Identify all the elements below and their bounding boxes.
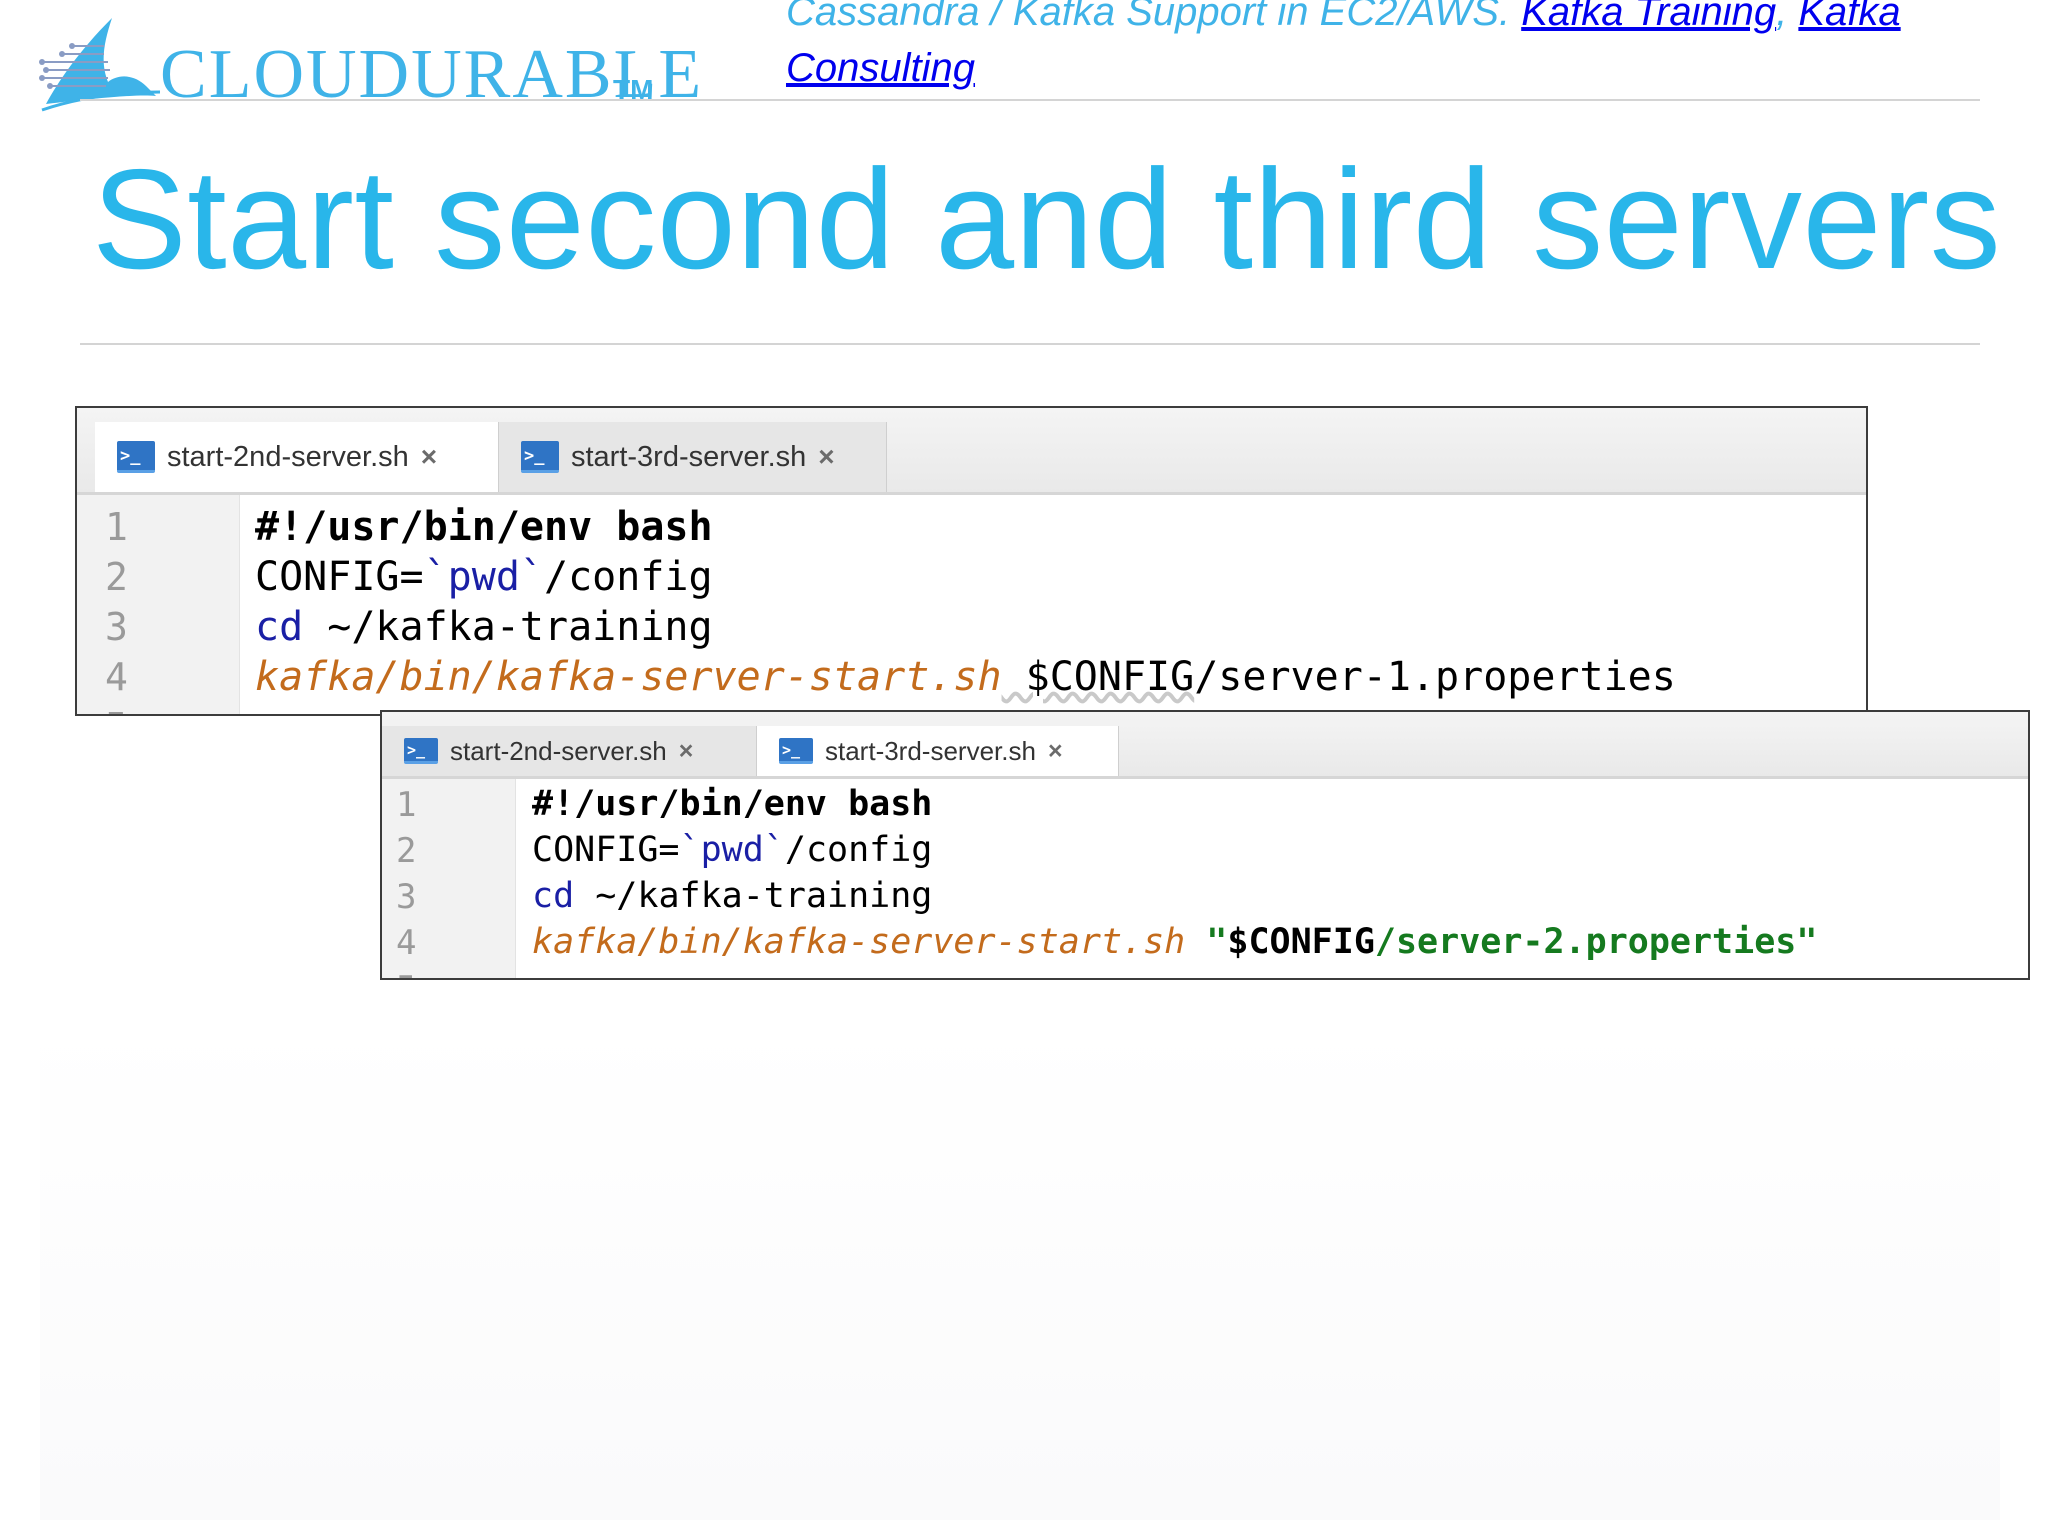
close-tab-icon[interactable]: × [679,737,694,766]
tab-label: start-2nd-server.sh [167,440,409,473]
line-number: 4 [105,655,128,699]
slide-title: Start second and third servers [92,140,2002,299]
code-line-4: kafka/bin/kafka-server-start.sh $CONFIG/… [255,654,1676,700]
shell-script-icon: >_ [779,738,813,764]
editor-window-start-2nd: >_ start-2nd-server.sh × >_ start-3rd-se… [75,406,1868,716]
code-line-2: CONFIG=`pwd`/config [532,830,933,870]
shell-script-icon: >_ [117,441,155,473]
editor-tabbar: >_ start-2nd-server.sh × >_ start-3rd-se… [382,712,2028,779]
tagline-separator: , [1776,0,1799,34]
logo-trademark: TM [613,74,654,105]
editor-tabbar: >_ start-2nd-server.sh × >_ start-3rd-se… [77,408,1866,495]
tagline-text: Cassandra / Kafka Support in EC2/AWS. [786,0,1522,34]
tab-label: start-2nd-server.sh [450,735,667,766]
kafka-consulting-link-part1[interactable]: Kafka [1798,0,1900,34]
header-tagline: Cassandra / Kafka Support in EC2/AWS. Ka… [786,0,1986,96]
kafka-consulting-link-part2[interactable]: Consulting [786,46,975,90]
kafka-training-link[interactable]: Kafka Training [1521,0,1776,34]
line-number-gutter: 1 2 3 4 5 [77,495,240,714]
tab-start-2nd-server[interactable]: >_ start-2nd-server.sh × [382,726,757,776]
header-divider [80,99,1980,101]
code-line-1: #!/usr/bin/env bash [532,784,933,824]
tab-label: start-3rd-server.sh [825,735,1036,766]
line-number: 3 [105,605,128,649]
code-line-3: cd ~/kafka-training [255,604,713,650]
slide-background [40,1020,2000,1520]
cloud-logo-icon [39,18,161,112]
line-number: 1 [396,785,417,825]
close-tab-icon[interactable]: × [1048,737,1063,766]
editor-window-start-3rd: >_ start-2nd-server.sh × >_ start-3rd-se… [380,710,2030,980]
code-line-4: kafka/bin/kafka-server-start.sh "$CONFIG… [532,922,1818,962]
line-number: 2 [396,831,417,871]
tab-start-3rd-server[interactable]: >_ start-3rd-server.sh × [757,726,1119,776]
line-number-gutter: 1 2 3 4 5 [382,779,516,978]
line-number: 3 [396,877,417,917]
line-number: 1 [105,505,128,549]
code-line-2: CONFIG=`pwd`/config [255,554,713,600]
shell-script-icon: >_ [521,441,559,473]
line-number: 5 [396,969,416,978]
close-tab-icon[interactable]: × [421,441,437,473]
shell-script-icon: >_ [404,738,438,764]
tab-label: start-3rd-server.sh [571,440,807,473]
cloudurable-logo: CLOUDURABLE TM [38,12,701,122]
title-divider [80,343,1980,345]
code-line-1: #!/usr/bin/env bash [255,504,713,550]
tab-start-2nd-server[interactable]: >_ start-2nd-server.sh × [95,422,499,492]
line-number: 5 [105,705,128,714]
close-tab-icon[interactable]: × [818,441,834,473]
tab-start-3rd-server[interactable]: >_ start-3rd-server.sh × [499,422,887,492]
line-number: 2 [105,555,128,599]
code-line-3: cd ~/kafka-training [532,876,933,916]
line-number: 4 [396,923,417,963]
